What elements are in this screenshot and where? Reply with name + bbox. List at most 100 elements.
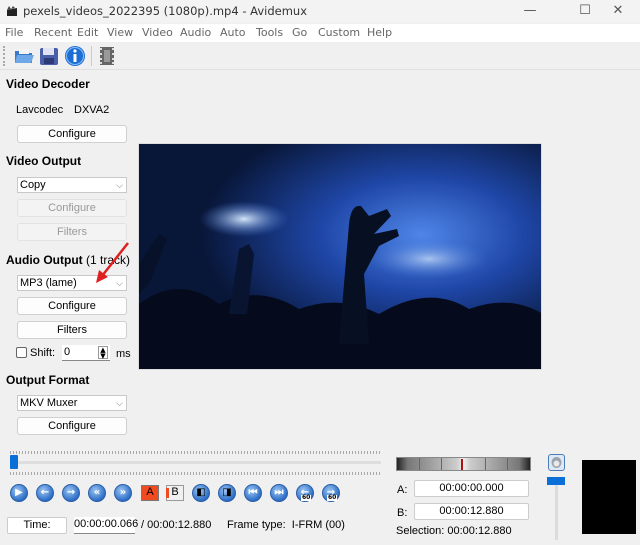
shift-checkbox[interactable] (16, 347, 27, 358)
play-icon: ▶ (15, 487, 23, 498)
window-title: pexels_videos_2022395 (1080p).mp4 - Avid… (23, 4, 308, 18)
menu-go[interactable]: Go (292, 26, 307, 39)
output-format-title: Output Format (6, 373, 90, 387)
play-button[interactable]: ▶ (10, 484, 28, 502)
marker-b-indicator (166, 488, 169, 498)
muxer-select[interactable]: MKV Muxer ⌵ (17, 395, 127, 411)
go-to-first-frame-button[interactable]: ⏮ (244, 484, 262, 502)
shift-label: Shift: (30, 347, 56, 359)
fast-forward-icon: » (119, 487, 127, 498)
toolbar (0, 42, 640, 70)
menu-bar: File Recent Edit View Video Audio Auto T… (0, 24, 640, 42)
next-frame-button[interactable]: → (62, 484, 80, 502)
audio-configure-button[interactable]: Configure (17, 297, 127, 315)
volume-icon[interactable] (548, 454, 565, 471)
audio-codec-value: MP3 (lame) (20, 277, 77, 289)
current-time-field[interactable]: 00:00:00.066 (74, 517, 138, 534)
muxer-value: MKV Muxer (20, 397, 78, 409)
last-frame-icon: ⏭ (274, 487, 284, 498)
volume-handle[interactable] (547, 477, 565, 485)
shuttle-divider (507, 458, 508, 470)
timeline-slider[interactable] (10, 461, 381, 464)
decoder-name: Lavcodec (16, 104, 64, 116)
menu-tools[interactable]: Tools (256, 26, 283, 39)
marker-a-label: A: (397, 484, 408, 496)
volume-slider[interactable] (555, 480, 558, 540)
film-properties-icon[interactable] (96, 45, 118, 67)
first-frame-icon: ⏮ (248, 487, 258, 498)
menu-custom[interactable]: Custom (318, 26, 360, 39)
menu-view[interactable]: View (107, 26, 133, 39)
menu-recent[interactable]: Recent (34, 26, 72, 39)
shuttle-divider (441, 458, 442, 470)
menu-edit[interactable]: Edit (77, 26, 98, 39)
marker-b-label: B: (397, 507, 408, 519)
forward-60-badge: 60 (327, 494, 338, 501)
annotation-arrow-icon (96, 242, 129, 283)
set-marker-b-button[interactable]: B (166, 485, 184, 501)
video-output-title: Video Output (6, 154, 82, 168)
video-configure-button[interactable]: Configure (17, 199, 127, 217)
mini-preview (582, 460, 636, 534)
toolbar-grip[interactable] (3, 46, 5, 66)
chevron-down-icon: ⌵ (116, 180, 123, 190)
open-icon[interactable] (13, 45, 35, 67)
marker-a-icon: A (146, 486, 154, 498)
time-button[interactable]: Time: (7, 517, 67, 534)
menu-help[interactable]: Help (367, 26, 392, 39)
go-to-a-icon: ◧ (196, 487, 206, 498)
arrow-left-icon: ← (40, 487, 50, 498)
go-to-last-frame-button[interactable]: ⏭ (270, 484, 288, 502)
audio-filters-button[interactable]: Filters (17, 321, 127, 339)
decoder-accel: DXVA2 (74, 104, 110, 116)
go-to-marker-a-button[interactable]: ◧ (192, 484, 210, 502)
timeline-handle[interactable] (9, 455, 18, 469)
menu-auto[interactable]: Auto (220, 26, 246, 39)
frame-type: Frame type: I-FRM (00) (227, 519, 345, 531)
menu-audio[interactable]: Audio (180, 26, 211, 39)
previous-keyframe-button[interactable]: « (88, 484, 106, 502)
save-icon[interactable] (38, 45, 60, 67)
timeline-ticks-bottom (10, 472, 380, 475)
arrow-right-icon: → (66, 487, 76, 498)
title-bar: pexels_videos_2022395 (1080p).mp4 - Avid… (0, 0, 640, 23)
muxer-configure-button[interactable]: Configure (17, 417, 127, 435)
timeline-ticks-top (10, 451, 380, 454)
toolbar-separator (91, 46, 92, 66)
shuttle-divider (485, 458, 486, 470)
rewind-icon: « (93, 487, 101, 498)
go-to-b-icon: ◨ (222, 487, 232, 498)
shift-unit: ms (116, 348, 131, 360)
speaker-icon (551, 457, 562, 468)
set-marker-a-button[interactable]: A (141, 485, 159, 501)
close-button[interactable]: ✕ (596, 0, 640, 23)
video-decoder-title: Video Decoder (6, 77, 90, 91)
previous-frame-button[interactable]: ← (36, 484, 54, 502)
jog-shuttle[interactable] (396, 457, 531, 471)
video-preview (138, 143, 542, 370)
spin-arrows-icon[interactable]: ▲ ▼ (98, 346, 108, 360)
audio-output-title-text: Audio Output (6, 253, 83, 267)
menu-video[interactable]: Video (142, 26, 173, 39)
video-frame (139, 144, 541, 369)
video-filters-button[interactable]: Filters (17, 223, 127, 241)
shuttle-marker (461, 459, 463, 470)
shift-spinbox[interactable]: 0 ▲ ▼ (62, 345, 110, 361)
back-60-badge: 60 (301, 494, 312, 501)
go-to-marker-b-button[interactable]: ◨ (218, 484, 236, 502)
avidemux-logo-icon (7, 6, 17, 16)
marker-a-field[interactable]: 00:00:00.000 (414, 480, 529, 497)
shuttle-divider (419, 458, 420, 470)
minimize-button[interactable]: — (508, 0, 552, 23)
menu-file[interactable]: File (5, 26, 23, 39)
back-60-button[interactable]: ← 60 (296, 484, 314, 502)
decoder-configure-button[interactable]: Configure (17, 125, 127, 143)
video-codec-value: Copy (20, 179, 46, 191)
video-codec-select[interactable]: Copy ⌵ (17, 177, 127, 193)
info-icon[interactable] (64, 45, 86, 67)
forward-60-button[interactable]: → 60 (322, 484, 340, 502)
next-keyframe-button[interactable]: » (114, 484, 132, 502)
marker-b-field[interactable]: 00:00:12.880 (414, 503, 529, 520)
selection-duration: Selection: 00:00:12.880 (396, 525, 512, 537)
shift-value: 0 (64, 346, 71, 358)
